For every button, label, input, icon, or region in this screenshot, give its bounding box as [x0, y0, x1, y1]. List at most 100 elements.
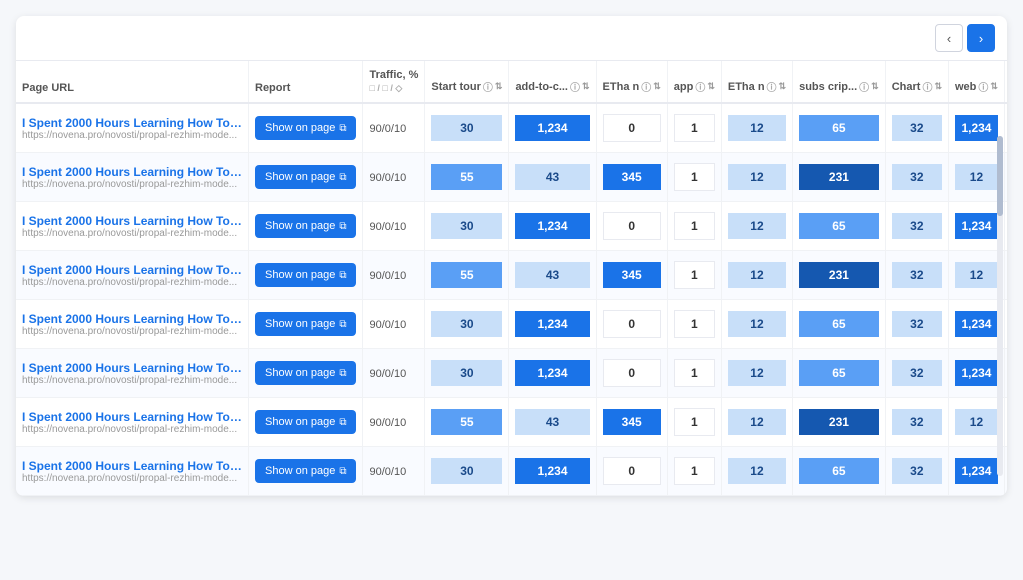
data-value-cell: 32	[892, 262, 942, 288]
data-cell: 231	[793, 251, 886, 300]
info-icon-ethan[interactable]: ⓘ	[641, 79, 651, 94]
info-icon-start-tour[interactable]: ⓘ	[483, 79, 493, 94]
data-cell: 1	[667, 153, 721, 202]
col-header-chart[interactable]: Chart ⓘ ⇅	[885, 61, 948, 103]
data-value-cell: 1	[674, 261, 715, 289]
show-on-page-label: Show on page	[265, 416, 335, 428]
info-icon-subs[interactable]: ⓘ	[859, 79, 869, 94]
report-cell: Show on page ⧉	[249, 398, 363, 447]
prev-button[interactable]: ‹	[935, 24, 963, 52]
col-header-web[interactable]: web ⓘ ⇅	[949, 61, 1005, 103]
data-cell: 65	[793, 202, 886, 251]
report-cell: Show on page ⧉	[249, 153, 363, 202]
col-header-form-321[interactable]: form 321... ⓘ ⇅	[1004, 61, 1007, 103]
sort-icon-add-to-c[interactable]: ⇅	[582, 81, 590, 92]
data-cell: 1,234	[509, 103, 596, 153]
data-cell: 0	[596, 349, 667, 398]
page-url-cell: I Spent 2000 Hours Learning How To Lea..…	[16, 398, 249, 447]
data-value-cell: 65	[799, 360, 879, 386]
info-icon-add-to-c[interactable]: ⓘ	[570, 79, 580, 94]
data-value-cell: 0	[603, 310, 661, 338]
data-cell: 32	[885, 300, 948, 349]
sort-icon-ethan[interactable]: ⇅	[653, 81, 661, 92]
show-on-page-button[interactable]: Show on page ⧉	[255, 410, 356, 434]
data-value-cell: 32	[892, 213, 942, 239]
info-icon-chart[interactable]: ⓘ	[922, 79, 932, 94]
data-cell: 12	[721, 202, 792, 251]
data-cell: 987	[1004, 398, 1007, 447]
data-value-cell: 12	[955, 409, 998, 435]
sort-icon-app[interactable]: ⇅	[707, 81, 715, 92]
data-cell: 1,234	[509, 300, 596, 349]
page-title-link[interactable]: I Spent 2000 Hours Learning How To Lea..…	[22, 263, 242, 277]
data-cell: 43	[509, 398, 596, 447]
data-value-cell: 1	[674, 310, 715, 338]
data-cell: 43	[509, 153, 596, 202]
data-value-cell: 1,234	[515, 458, 589, 484]
main-container: ‹ › Page URL Report Traffic, % □ / □ / ◇	[16, 16, 1007, 496]
data-value-cell: 1	[674, 359, 715, 387]
info-icon-ethan2[interactable]: ⓘ	[767, 79, 777, 94]
data-cell: 30	[425, 447, 509, 496]
data-cell: 987	[1004, 447, 1007, 496]
page-title-link[interactable]: I Spent 2000 Hours Learning How To Lea..…	[22, 165, 242, 179]
data-cell: 32	[885, 447, 948, 496]
show-on-page-button[interactable]: Show on page ⧉	[255, 165, 356, 189]
col-header-subs-crip[interactable]: subs crip... ⓘ ⇅	[793, 61, 886, 103]
data-value-cell: 345	[603, 164, 661, 190]
data-cell: 55	[425, 153, 509, 202]
traffic-cell: 90/0/10	[363, 398, 425, 447]
page-title-link[interactable]: I Spent 2000 Hours Learning How To Lea..…	[22, 361, 242, 375]
sort-icon-start-tour[interactable]: ⇅	[495, 81, 503, 92]
data-value-cell: 1	[674, 114, 715, 142]
traffic-value: 90/0/10	[369, 466, 406, 478]
show-on-page-button[interactable]: Show on page ⧉	[255, 116, 356, 140]
show-on-page-button[interactable]: Show on page ⧉	[255, 459, 356, 483]
sort-icon-chart[interactable]: ⇅	[934, 81, 942, 92]
info-icon-web[interactable]: ⓘ	[978, 79, 988, 94]
next-button[interactable]: ›	[967, 24, 995, 52]
data-cell: 345	[596, 251, 667, 300]
data-value-cell: 30	[431, 458, 502, 484]
page-url-text: https://novena.pro/novosti/propal-rezhim…	[22, 375, 242, 386]
info-icon-app[interactable]: ⓘ	[695, 79, 705, 94]
page-title-link[interactable]: I Spent 2000 Hours Learning How To Lea..…	[22, 312, 242, 326]
sort-icon-ethan2[interactable]: ⇅	[779, 81, 787, 92]
sort-icon-web[interactable]: ⇅	[990, 81, 998, 92]
col-header-start-tour[interactable]: Start tour ⓘ ⇅	[425, 61, 509, 103]
data-cell: 12	[721, 349, 792, 398]
data-value-cell: 12	[728, 164, 786, 190]
traffic-value: 90/0/10	[369, 319, 406, 331]
show-on-page-label: Show on page	[265, 171, 335, 183]
show-on-page-button[interactable]: Show on page ⧉	[255, 312, 356, 336]
show-on-page-button[interactable]: Show on page ⧉	[255, 263, 356, 287]
data-value-cell: 43	[515, 409, 589, 435]
col-header-report: Report	[249, 61, 363, 103]
data-cell: 1	[667, 398, 721, 447]
col-header-app[interactable]: app ⓘ ⇅	[667, 61, 721, 103]
external-link-icon: ⧉	[339, 417, 346, 428]
page-url-cell: I Spent 2000 Hours Learning How To Lea..…	[16, 349, 249, 398]
scrollbar-thumb[interactable]	[997, 136, 1003, 216]
col-header-add-to-c[interactable]: add-to-c... ⓘ ⇅	[509, 61, 596, 103]
page-title-link[interactable]: I Spent 2000 Hours Learning How To Lea..…	[22, 410, 242, 424]
col-header-ethan2[interactable]: ETha n ⓘ ⇅	[721, 61, 792, 103]
data-value-cell: 32	[892, 409, 942, 435]
page-url-text: https://novena.pro/novosti/propal-rezhim…	[22, 277, 242, 288]
sort-icon-subs[interactable]: ⇅	[871, 81, 879, 92]
page-title-link[interactable]: I Spent 2000 Hours Learning How To Lea..…	[22, 116, 242, 130]
data-value-cell: 1,234	[515, 360, 589, 386]
data-cell: 12	[721, 153, 792, 202]
data-value-cell: 345	[603, 409, 661, 435]
show-on-page-button[interactable]: Show on page ⧉	[255, 361, 356, 385]
data-cell: 65	[793, 300, 886, 349]
col-header-ethan[interactable]: ETha n ⓘ ⇅	[596, 61, 667, 103]
page-url-cell: I Spent 2000 Hours Learning How To Lea..…	[16, 153, 249, 202]
data-value-cell: 0	[603, 114, 661, 142]
external-link-icon: ⧉	[339, 270, 346, 281]
external-link-icon: ⧉	[339, 319, 346, 330]
page-title-link[interactable]: I Spent 2000 Hours Learning How To Lea..…	[22, 214, 242, 228]
page-title-link[interactable]: I Spent 2000 Hours Learning How To Lea..…	[22, 459, 242, 473]
report-cell: Show on page ⧉	[249, 251, 363, 300]
show-on-page-button[interactable]: Show on page ⧉	[255, 214, 356, 238]
